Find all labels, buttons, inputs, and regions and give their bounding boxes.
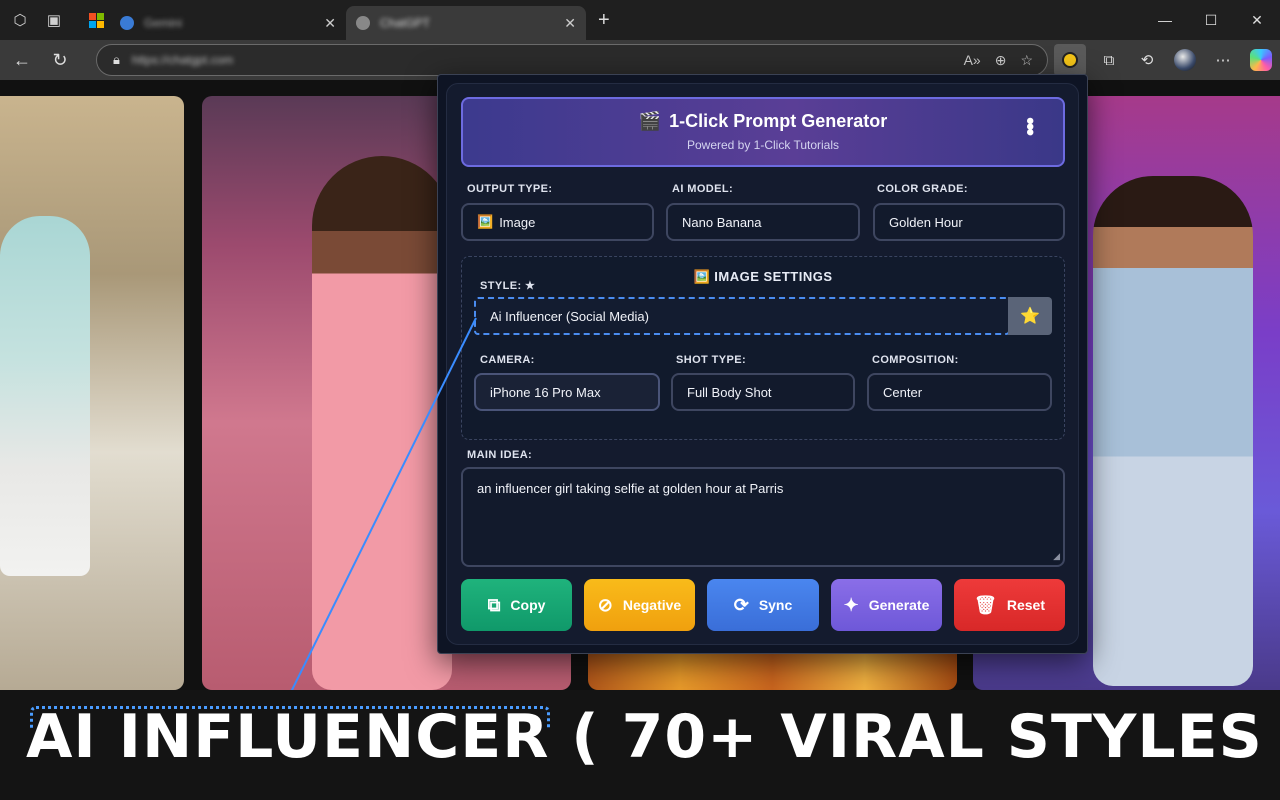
clapperboard-icon: 🎬 (638, 111, 662, 131)
copilot-icon[interactable] (1242, 44, 1280, 76)
more-options-icon[interactable]: ⋯ (1204, 44, 1242, 76)
resize-grip-icon[interactable]: ◢ (1053, 551, 1060, 562)
ai-model-label: AI MODEL: (672, 183, 734, 195)
tab-title: ChatGPT (380, 16, 431, 30)
popup-subtitle: Powered by 1-Click Tutorials (686, 138, 840, 152)
style-value: Ai Influencer (Social Media) (490, 308, 649, 324)
toolbar-extensions: ⧉ ⟲ ⋯ (1054, 44, 1280, 76)
output-type-value: Image (499, 214, 536, 230)
tab-gemini[interactable]: Gemini ✕ (110, 6, 346, 40)
color-grade-label: COLOR GRADE: (877, 183, 968, 195)
sync-button[interactable]: ⟳ Sync (707, 579, 819, 631)
prompt-generator-popup: 🎬 1-Click Prompt Generator Powered by 1-C… (437, 74, 1088, 654)
prompt-generator-extension-icon[interactable] (1054, 44, 1086, 76)
close-tab-icon[interactable]: ✕ (324, 15, 336, 32)
runway-photo-left (0, 96, 184, 690)
style-label: STYLE: ★ (480, 280, 536, 292)
favorite-star-icon[interactable]: ☆ (1020, 52, 1033, 69)
microsoft-start-tab-icon[interactable] (82, 6, 110, 34)
address-bar[interactable]: 🔒︎ https://chatgpt.com A» ⊕ ☆ (96, 44, 1048, 76)
sync-icon: ⟳ (733, 594, 749, 615)
generate-button[interactable]: ✦ Generate (831, 579, 942, 631)
shot-type-select[interactable]: Full Body Shot (671, 373, 855, 411)
maximize-icon[interactable]: ☐ (1188, 12, 1234, 29)
workspaces-icon[interactable]: ⬡ (6, 6, 34, 34)
output-type-select[interactable]: 🖼️ Image (461, 203, 654, 241)
model-figure (312, 156, 452, 690)
popup-title-text: 1-Click Prompt Generator (669, 111, 888, 131)
negative-button[interactable]: ⊘ Negative (584, 579, 695, 631)
refresh-icon[interactable]: ↻ (44, 44, 76, 76)
copy-icon: ⧉ (487, 594, 501, 615)
tab-chatgpt[interactable]: ChatGPT ✕ (346, 6, 586, 40)
shot-type-label: SHOT TYPE: (676, 354, 747, 366)
profile-avatar[interactable] (1166, 44, 1204, 76)
shot-type-value: Full Body Shot (687, 384, 772, 400)
history-icon[interactable]: ⟲ (1128, 44, 1166, 76)
image-settings-title: 🖼️ IMAGE SETTINGS (693, 269, 833, 284)
copy-button-label: Copy (510, 597, 546, 613)
zoom-icon[interactable]: ⊕ (995, 52, 1007, 69)
main-idea-textarea[interactable]: an influencer girl taking selfie at gold… (461, 467, 1065, 567)
image-icon: 🖼️ (477, 214, 494, 229)
camera-value: iPhone 16 Pro Max (490, 384, 601, 400)
style-select[interactable]: Ai Influencer (Social Media) (474, 297, 1010, 335)
ban-icon: ⊘ (597, 594, 613, 615)
composition-label: COMPOSITION: (872, 354, 959, 366)
camera-label: CAMERA: (480, 354, 535, 366)
trash-icon: 🗑︎ (974, 594, 997, 615)
close-tab-icon[interactable]: ✕ (564, 15, 576, 32)
tab-title: Gemini (144, 16, 183, 30)
ai-model-select[interactable]: Nano Banana (666, 203, 860, 241)
ai-model-value: Nano Banana (682, 214, 762, 230)
star-icon: ⭐ (1020, 308, 1040, 325)
url-text: https://chatgpt.com (131, 53, 234, 67)
back-icon[interactable]: ← (6, 44, 38, 76)
sparkle-icon: ✦ (843, 594, 859, 615)
reset-button[interactable]: 🗑︎ Reset (954, 579, 1065, 631)
highlight-dotted-box (30, 706, 550, 728)
negative-button-label: Negative (622, 597, 682, 613)
new-tab-button[interactable]: + (598, 9, 610, 32)
favorite-style-button[interactable]: ⭐ (1008, 297, 1052, 335)
composition-value: Center (883, 384, 923, 400)
window-controls: — ☐ ✕ (1142, 0, 1280, 40)
color-grade-value: Golden Hour (889, 214, 963, 230)
lock-icon[interactable]: 🔒︎ (113, 52, 120, 68)
read-aloud-icon[interactable]: A» (964, 52, 981, 68)
popup-header: 🎬 1-Click Prompt Generator Powered by 1-C… (461, 97, 1065, 167)
image-settings-section: 🖼️ IMAGE SETTINGS STYLE: ★ Ai Influencer… (461, 256, 1065, 440)
popup-title: 🎬 1-Click Prompt Generator (463, 111, 1063, 132)
main-idea-value: an influencer girl taking selfie at gold… (477, 481, 784, 496)
copy-button[interactable]: ⧉ Copy (461, 579, 572, 631)
camera-select[interactable]: iPhone 16 Pro Max (474, 373, 660, 411)
extensions-icon[interactable]: ⧉ (1090, 44, 1128, 76)
chatgpt-favicon-icon (356, 16, 370, 30)
model-figure (1093, 176, 1253, 686)
output-type-label: OUTPUT TYPE: (467, 183, 553, 195)
sync-button-label: Sync (758, 597, 793, 613)
tab-actions-icon[interactable]: ▣ (40, 6, 68, 34)
reset-button-label: Reset (1006, 597, 1045, 613)
browser-tab-bar: ⬡ ▣ Gemini ✕ ChatGPT ✕ + — ☐ ✕ (0, 0, 1280, 40)
minimize-icon[interactable]: — (1142, 12, 1188, 28)
main-idea-label: MAIN IDEA: (467, 449, 533, 461)
generate-button-label: Generate (868, 597, 930, 613)
model-figure (0, 216, 90, 576)
composition-select[interactable]: Center (867, 373, 1052, 411)
color-grade-select[interactable]: Golden Hour (873, 203, 1065, 241)
kebab-menu-icon[interactable]: ••• (1018, 117, 1043, 134)
close-window-icon[interactable]: ✕ (1234, 12, 1280, 29)
gemini-favicon-icon (120, 16, 134, 30)
